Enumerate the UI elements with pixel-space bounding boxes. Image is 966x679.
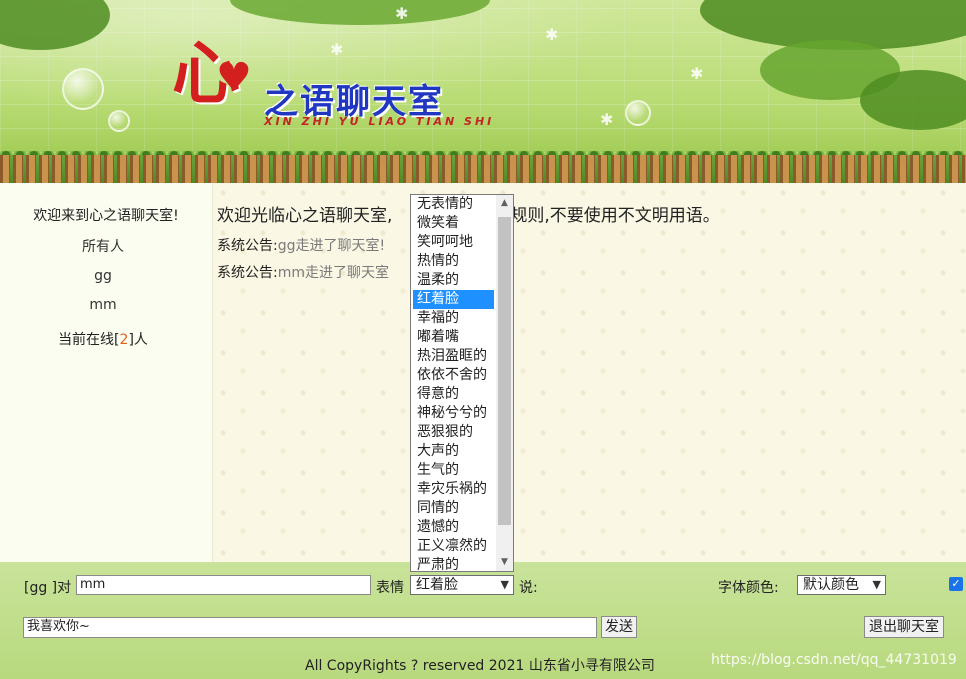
font-color-label: 字体颜色:	[718, 580, 779, 596]
online-count-text: 当前在线[2]人	[0, 329, 206, 349]
dropdown-option[interactable]: 幸灾乐祸的	[413, 480, 494, 499]
user-item-mm[interactable]: mm	[0, 295, 206, 324]
footer: All CopyRights ? reserved 2021 山东省小寻有限公司…	[0, 652, 966, 675]
online-suffix: ]人	[128, 332, 148, 348]
user-item-all[interactable]: 所有人	[0, 237, 206, 266]
dropdown-option[interactable]: 神秘兮兮的	[413, 404, 494, 423]
welcome-text-part2: 规则,不要使用不文明用语。	[510, 206, 720, 226]
logo-pinyin: XIN ZHI YU LIAO TIAN SHI	[264, 115, 495, 128]
dropdown-option[interactable]: 恶狠狠的	[413, 423, 494, 442]
dropdown-option[interactable]: 正义凛然的	[413, 537, 494, 556]
scroll-down-arrow-icon[interactable]: ▼	[496, 554, 513, 571]
star-decoration: ✱	[545, 25, 559, 44]
dropdown-option[interactable]: 得意的	[413, 385, 494, 404]
dropdown-option[interactable]: 幸福的	[413, 309, 494, 328]
scroll-up-arrow-icon[interactable]: ▲	[496, 195, 513, 212]
bubble-decoration	[625, 100, 651, 126]
copyright-text: All CopyRights ? reserved 2021 山东省小寻有限公司	[305, 658, 655, 674]
star-decoration: ✱	[395, 4, 409, 23]
notice-label: 系统公告:	[217, 265, 278, 281]
online-users-sidebar: 欢迎来到心之语聊天室! 所有人 gg mm 当前在线[2]人	[0, 183, 213, 562]
bubble-decoration	[62, 68, 104, 110]
sidebar-welcome: 欢迎来到心之语聊天室!	[33, 208, 179, 224]
header-banner: ✱ ✱ ✱ ✱ ✱ 心 ♥ 之语聊天室 XIN ZHI YU LIAO TIAN…	[0, 0, 966, 183]
expression-label: 表情	[376, 580, 404, 596]
expression-dropdown-list[interactable]: 无表情的 微笑着 笑呵呵地 热情的 温柔的 红着脸 幸福的 嘟着嘴 热泪盈眶的 …	[410, 194, 514, 572]
watermark-text: https://blog.csdn.net/qq_44731019	[711, 652, 957, 668]
dropdown-option[interactable]: 微笑着	[413, 214, 494, 233]
dropdown-scrollbar[interactable]: ▲ ▼	[496, 195, 513, 571]
dropdown-option[interactable]: 无表情的	[413, 195, 494, 214]
dropdown-option[interactable]: 热泪盈眶的	[413, 347, 494, 366]
dropdown-option[interactable]: 笑呵呵地	[413, 233, 494, 252]
notice-text: gg走进了聊天室!	[277, 238, 386, 254]
say-label: 说:	[519, 580, 538, 596]
system-notice: 系统公告:mm走进了聊天室	[217, 262, 389, 282]
chat-message-area: 欢迎光临心之语聊天室, 规则,不要使用不文明用语。 系统公告:gg走进了聊天室! …	[213, 183, 966, 562]
bubble-decoration	[108, 110, 130, 132]
user-list: 所有人 gg mm	[0, 237, 206, 324]
heart-icon: ♥	[216, 55, 252, 101]
user-item-gg[interactable]: gg	[0, 266, 206, 295]
exit-chatroom-button[interactable]: 退出聊天室	[864, 616, 944, 638]
expression-select[interactable]: 红着脸 ▼	[410, 575, 514, 595]
fence-decoration	[0, 155, 966, 183]
dropdown-option[interactable]: 依依不舍的	[413, 366, 494, 385]
chevron-down-icon: ▼	[500, 578, 509, 591]
dropdown-option[interactable]: 热情的	[413, 252, 494, 271]
notice-text: mm走进了聊天室	[277, 265, 389, 281]
dropdown-option[interactable]: 大声的	[413, 442, 494, 461]
system-notice: 系统公告:gg走进了聊天室!	[217, 235, 385, 255]
star-decoration: ✱	[690, 64, 704, 83]
dropdown-option[interactable]: 嘟着嘴	[413, 328, 494, 347]
online-prefix: 当前在线[	[58, 332, 120, 348]
dropdown-option[interactable]: 严肃的	[413, 556, 494, 571]
font-color-select[interactable]: 默认颜色 ▼	[797, 575, 886, 595]
site-logo: 心 ♥ 之语聊天室 XIN ZHI YU LIAO TIAN SHI	[172, 40, 512, 130]
send-button[interactable]: 发送	[601, 616, 637, 638]
notice-label: 系统公告:	[217, 238, 278, 254]
expression-select-value: 红着脸	[416, 577, 458, 593]
sender-label: [gg ]对	[24, 580, 72, 596]
star-decoration: ✱	[600, 110, 614, 129]
recipient-input[interactable]: mm	[76, 575, 371, 595]
message-input[interactable]: 我喜欢你~	[23, 617, 597, 638]
chevron-down-icon: ▼	[872, 578, 881, 591]
dropdown-option[interactable]: 同情的	[413, 499, 494, 518]
scrollbar-thumb[interactable]	[498, 217, 511, 525]
dropdown-option-selected[interactable]: 红着脸	[413, 290, 494, 309]
welcome-text-part1: 欢迎光临心之语聊天室,	[217, 206, 393, 226]
dropdown-option[interactable]: 遗憾的	[413, 518, 494, 537]
dropdown-option[interactable]: 生气的	[413, 461, 494, 480]
dropdown-option[interactable]: 温柔的	[413, 271, 494, 290]
option-checkbox[interactable]: ✓	[949, 577, 963, 591]
font-color-select-value: 默认颜色	[803, 577, 859, 593]
